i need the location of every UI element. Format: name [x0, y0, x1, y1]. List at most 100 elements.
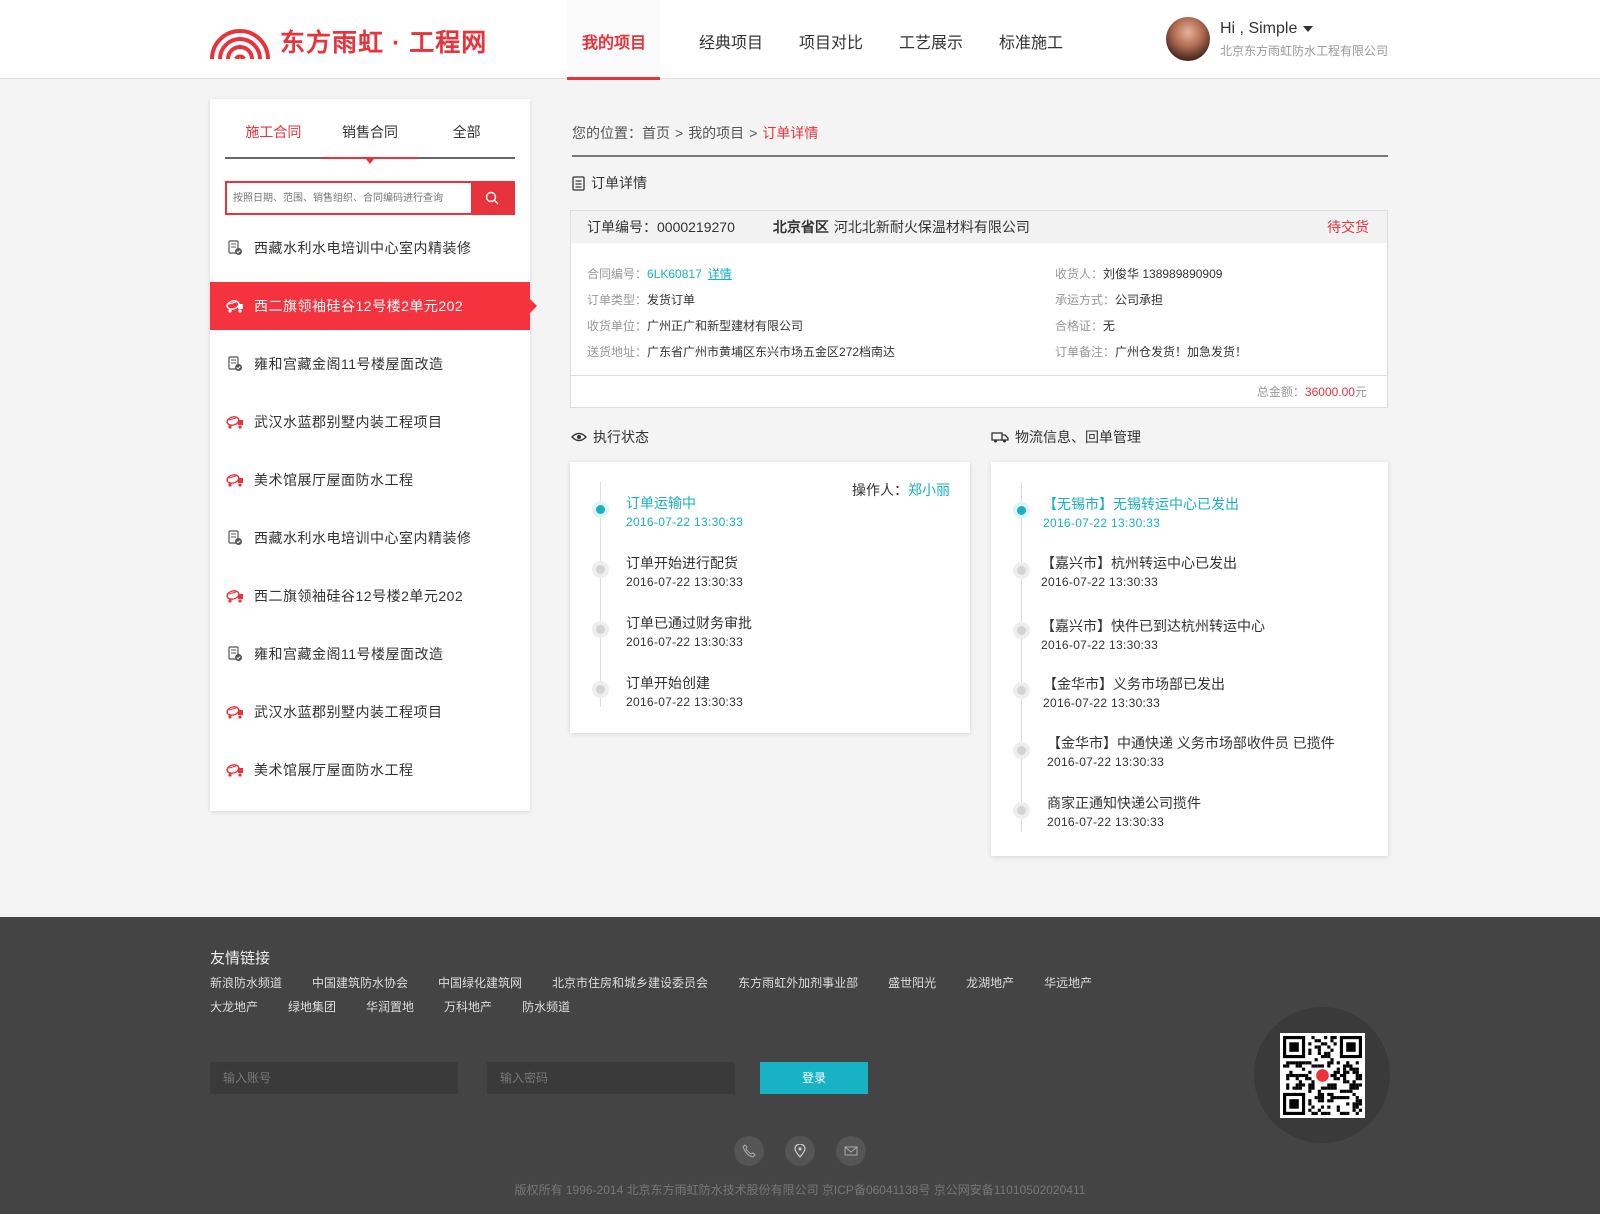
copyright: 版权所有 1996-2014 北京东方雨虹防水技术股份有限公司 京ICP备060… [514, 1183, 1086, 1197]
list-item-label: 武汉水蓝郡别墅内装工程项目 [254, 414, 443, 430]
friend-link[interactable]: 华远地产 [1044, 974, 1092, 991]
caret-down-icon [1303, 26, 1314, 32]
breadcrumb-my-projects[interactable]: 我的项目 [688, 125, 744, 141]
nav-craft-display[interactable]: 工艺展示 [884, 0, 978, 79]
logo-text: 东方雨虹 · 工程网 [280, 29, 488, 57]
search-button[interactable] [471, 183, 513, 213]
search-input[interactable] [227, 183, 471, 213]
location-pin-icon [794, 1144, 806, 1158]
list-item[interactable]: 雍和宫藏金阁11号楼屋面改造 [210, 625, 530, 683]
phone-button[interactable] [734, 1136, 764, 1166]
operator-label: 操作人： [852, 482, 908, 498]
carrier-label: 承运方式： [1055, 293, 1116, 307]
friend-link[interactable]: 中国绿化建筑网 [438, 974, 522, 991]
timeline-step: 【金华市】义务市场部已发出 2016-07-22 13:30:33 [1043, 674, 1225, 710]
timeline-dot [1013, 562, 1030, 579]
list-item[interactable]: 美术馆展厅屋面防水工程 [210, 451, 530, 509]
list-item[interactable]: 西藏水利水电培训中心室内精装修 [210, 219, 530, 277]
list-item[interactable]: 武汉水蓝郡别墅内装工程项目 [210, 393, 530, 451]
phone-icon [742, 1144, 756, 1158]
contract-no-label: 合同编号： [587, 267, 648, 281]
timeline-dot [1013, 502, 1030, 519]
user-company: 北京东方雨虹防水工程有限公司 [1220, 44, 1389, 58]
operator-name: 郑小丽 [908, 482, 950, 498]
timeline-step-time: 2016-07-22 13:30:33 [626, 695, 744, 709]
timeline-step-label: 订单开始进行配货 [626, 555, 738, 571]
account-input[interactable]: 输入账号 [210, 1062, 458, 1094]
friend-link[interactable]: 华润置地 [366, 998, 414, 1015]
login-button[interactable]: 登录 [760, 1062, 868, 1094]
friend-link[interactable]: 绿地集团 [288, 998, 336, 1015]
friend-link[interactable]: 龙湖地产 [966, 974, 1014, 991]
tab-construction-contract[interactable]: 施工合同 [225, 99, 322, 157]
timeline-step: 订单运输中 2016-07-22 13:30:33 [626, 493, 743, 529]
friend-links-title: 友情链接 [210, 950, 271, 967]
nav-my-projects[interactable]: 我的项目 [567, 0, 660, 80]
avatar[interactable] [1166, 17, 1210, 61]
list-item[interactable]: 雍和宫藏金阁11号楼屋面改造 [210, 335, 530, 393]
contract-detail-link[interactable]: 详情 [708, 267, 732, 281]
timeline-step-time: 2016-07-22 13:30:33 [1041, 638, 1159, 652]
search-icon [485, 191, 499, 205]
timeline-step-label: 订单已通过财务审批 [626, 615, 752, 631]
timeline-dot [592, 561, 609, 578]
friend-links-row-1: 新浪防水频道 中国建筑防水协会 中国绿化建筑网 北京市住房和城乡建设委员会 东方雨虹外加… [210, 974, 1122, 991]
timeline-step-label: 【嘉兴市】快件已到达杭州转运中心 [1041, 618, 1265, 634]
list-item[interactable]: 西二旗领袖硅谷12号楼2单元202 [210, 567, 530, 625]
location-button[interactable] [785, 1136, 815, 1166]
remark-label: 订单备注： [1055, 345, 1116, 359]
order-company: 河北北新耐火保温材料有限公司 [833, 219, 1030, 235]
timeline-dot [592, 681, 609, 698]
list-item[interactable]: 西二旗领袖硅谷12号楼2单元202 [210, 282, 537, 330]
timeline-step-time: 2016-07-22 13:30:33 [1043, 696, 1161, 710]
logistics-section-label: 物流信息、回单管理 [1015, 429, 1141, 445]
timeline-step: 订单开始创建 2016-07-22 13:30:33 [626, 673, 743, 709]
order-number: 0000219270 [657, 219, 735, 235]
friend-links-row-2: 大龙地产 绿地集团 华润置地 万科地产 防水频道 [210, 998, 600, 1015]
footer: 友情链接 新浪防水频道 中国建筑防水协会 中国绿化建筑网 北京市住房和城乡建设委员会 东… [0, 917, 1600, 1214]
list-item[interactable]: 武汉水蓝郡别墅内装工程项目 [210, 683, 530, 741]
user-greeting-dropdown[interactable]: Hi , Simple [1220, 20, 1388, 38]
document-check-icon [226, 645, 244, 663]
rainbow-logo-icon [210, 29, 270, 59]
nav-project-compare[interactable]: 项目对比 [784, 0, 878, 79]
top-header: 东方雨虹 · 工程网 我的项目 经典项目 项目对比 工艺展示 标准施工 Hi ,… [0, 0, 1600, 80]
order-province: 北京省区 [772, 219, 829, 235]
list-item[interactable]: 西藏水利水电培训中心室内精装修 [210, 509, 530, 567]
timeline-step-label: 订单开始创建 [626, 675, 710, 691]
main-nav: 我的项目 经典项目 项目对比 工艺展示 标准施工 [567, 0, 1084, 80]
timeline-step: 商家正通知快递公司揽件 2016-07-22 13:30:33 [1047, 793, 1201, 829]
breadcrumb-prefix: 您的位置： [572, 125, 642, 141]
timeline-dot [1013, 622, 1030, 639]
list-item-label: 雍和宫藏金阁11号楼屋面改造 [254, 356, 444, 372]
breadcrumb-sep: > [675, 125, 684, 141]
friend-link[interactable]: 中国建筑防水协会 [312, 974, 408, 991]
tab-all[interactable]: 全部 [418, 99, 515, 157]
contract-no: 6LK60817 [647, 267, 702, 281]
friend-link[interactable]: 东方雨虹外加剂事业部 [738, 974, 858, 991]
breadcrumb-current: 订单详情 [762, 125, 819, 141]
breadcrumb-home[interactable]: 首页 [642, 125, 670, 141]
remark: 广州仓发货！加急发货！ [1115, 345, 1248, 359]
list-item[interactable]: 美术馆展厅屋面防水工程 [210, 741, 530, 799]
nav-classic-projects[interactable]: 经典项目 [684, 0, 778, 79]
friend-link[interactable]: 新浪防水频道 [210, 974, 282, 991]
site-logo[interactable]: 东方雨虹 · 工程网 [210, 22, 487, 60]
friend-link[interactable]: 北京市住房和城乡建设委员会 [552, 974, 708, 991]
list-item-label: 美术馆展厅屋面防水工程 [254, 762, 414, 778]
user-menu[interactable]: Hi , Simple 北京东方雨虹防水工程有限公司 [1166, 17, 1388, 65]
timeline-dot [1013, 802, 1030, 819]
order-detail-card: 订单编号： 0000219270 北京省区 河北北新耐火保温材料有限公司 待交货 … [570, 210, 1388, 408]
tab-sales-contract[interactable]: 销售合同 [321, 99, 419, 164]
friend-link[interactable]: 盛世阳光 [888, 974, 936, 991]
friend-link[interactable]: 防水频道 [522, 998, 570, 1015]
certificate: 无 [1103, 319, 1116, 333]
timeline-step: 【嘉兴市】快件已到达杭州转运中心 2016-07-22 13:30:33 [1041, 616, 1265, 652]
order-section-title: 订单详情 [572, 173, 647, 193]
email-button[interactable] [836, 1136, 866, 1166]
breadcrumb: 您的位置：首页 > 我的项目 > 订单详情 [572, 123, 818, 143]
friend-link[interactable]: 万科地产 [444, 998, 492, 1015]
password-input[interactable]: 输入密码 [487, 1062, 735, 1094]
nav-standard-construction[interactable]: 标准施工 [984, 0, 1078, 79]
friend-link[interactable]: 大龙地产 [210, 998, 258, 1015]
